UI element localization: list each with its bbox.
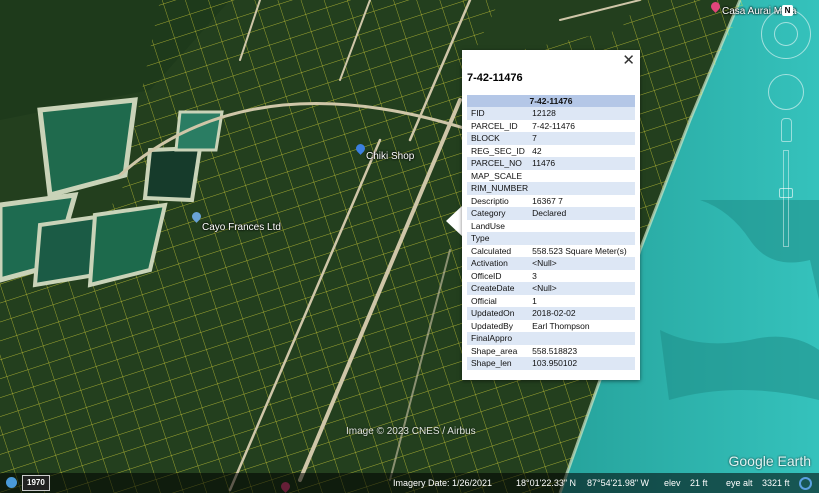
attribute-key: PARCEL_ID xyxy=(471,120,518,131)
historical-year-badge[interactable]: 1970 xyxy=(22,475,50,491)
attribute-value xyxy=(528,332,635,345)
attribute-value: 1 xyxy=(532,295,537,306)
attribute-row: BLOCK 7 xyxy=(467,132,635,145)
place-label-business[interactable]: Cayo Frances Ltd xyxy=(202,222,281,233)
attribute-key: CreateDate xyxy=(467,282,529,295)
attribute-key: UpdatedOn xyxy=(467,307,529,320)
attribute-key: Official xyxy=(471,295,497,306)
attribute-value: 11476 xyxy=(528,157,635,170)
attribute-row: LandUse xyxy=(467,220,635,233)
attribute-value: 558.523 Square Meter(s) xyxy=(532,245,627,256)
attribute-row: Category Declared xyxy=(467,207,635,220)
attribute-row: REG_SEC_ID 42 xyxy=(467,145,635,158)
popup-title: 7-42-11476 xyxy=(467,72,523,84)
attribute-row: FID 12128 xyxy=(467,107,635,120)
eye-altitude-label: eye alt xyxy=(726,478,753,488)
zoom-slider[interactable] xyxy=(783,150,789,247)
attribute-key: REG_SEC_ID xyxy=(471,145,525,156)
attribute-key: UpdatedBy xyxy=(471,320,514,331)
attribute-row: RIM_NUMBER xyxy=(467,182,635,195)
google-earth-logo: Google Earth xyxy=(728,453,812,469)
attribute-row: UpdatedBy Earl Thompson xyxy=(467,320,635,333)
move-joystick[interactable] xyxy=(768,74,804,110)
attribute-key: MAP_SCALE xyxy=(471,170,523,181)
attribute-value: 3 xyxy=(532,270,537,281)
attribute-value: 16367 7 xyxy=(532,195,563,206)
longitude-readout: 87°54'21.98" W xyxy=(587,478,650,488)
attribute-key: Category xyxy=(467,207,529,220)
parcel-info-popup: ✕ 7-42-11476 7-42-11476 FID 12128 PARCEL_I… xyxy=(462,50,640,380)
attribute-key: Activation xyxy=(467,257,529,270)
attribute-value: Declared xyxy=(528,207,635,220)
attribute-key: RIM_NUMBER xyxy=(467,182,529,195)
attribute-key: FinalAppro xyxy=(467,332,529,345)
attribute-key: Type xyxy=(467,232,529,245)
status-bar: 1970 Imagery Date: 1/26/2021 18°01'22.33… xyxy=(0,473,819,493)
attribute-row: Official 1 xyxy=(467,295,635,308)
streaming-indicator-icon xyxy=(799,477,812,490)
imagery-copyright: Image © 2023 CNES / Airbus xyxy=(346,426,476,437)
attribute-value: 2018-02-02 xyxy=(528,307,635,320)
attribute-table-header: 7-42-11476 xyxy=(467,95,635,107)
attribute-value: <Null> xyxy=(528,282,635,295)
attribute-value xyxy=(528,220,635,233)
attribute-row: PARCEL_NO 11476 xyxy=(467,157,635,170)
attribute-key: Shape_area xyxy=(471,345,518,356)
attribute-row: CreateDate <Null> xyxy=(467,282,635,295)
attribute-value xyxy=(528,232,635,245)
attribute-value: <Null> xyxy=(528,257,635,270)
imagery-date: Imagery Date: 1/26/2021 xyxy=(393,478,493,488)
attribute-row: OfficeID 3 xyxy=(467,270,635,283)
street-view-pegman-icon[interactable] xyxy=(781,118,792,142)
attribute-key: PARCEL_NO xyxy=(467,157,529,170)
close-icon[interactable]: ✕ xyxy=(622,53,635,69)
attribute-row: Descriptio 16367 7 xyxy=(467,195,635,208)
popup-pointer xyxy=(446,205,463,237)
attribute-key: Shape_len xyxy=(467,357,529,370)
attribute-row: Shape_area 558.518823 xyxy=(467,345,635,358)
attribute-row: Shape_len 103.950102 xyxy=(467,357,635,370)
north-indicator-icon[interactable]: N xyxy=(782,5,793,16)
attribute-row: Type xyxy=(467,232,635,245)
satellite-map[interactable] xyxy=(0,0,819,493)
attribute-table: 7-42-11476 FID 12128 PARCEL_ID 7-42-11476 BL… xyxy=(467,95,635,370)
elevation-label: elev xyxy=(664,478,681,488)
attribute-key: OfficeID xyxy=(471,270,502,281)
attribute-value: 103.950102 xyxy=(528,357,635,370)
attribute-rows: FID 12128 PARCEL_ID 7-42-11476 BLOCK 7 REG_SEC… xyxy=(467,107,635,370)
attribute-key: Descriptio xyxy=(471,195,509,206)
zoom-slider-handle[interactable] xyxy=(779,188,793,198)
attribute-key: Calculated xyxy=(471,245,512,256)
attribute-value xyxy=(528,170,635,183)
attribute-row: PARCEL_ID 7-42-11476 xyxy=(467,120,635,133)
attribute-key: LandUse xyxy=(471,220,506,231)
attribute-value: 12128 xyxy=(528,107,635,120)
attribute-row: UpdatedOn 2018-02-02 xyxy=(467,307,635,320)
historical-imagery-icon[interactable] xyxy=(6,477,17,488)
latitude-readout: 18°01'22.33" N xyxy=(516,478,577,488)
attribute-key: BLOCK xyxy=(467,132,529,145)
attribute-row: MAP_SCALE xyxy=(467,170,635,183)
attribute-row: Activation <Null> xyxy=(467,257,635,270)
attribute-row: FinalAppro xyxy=(467,332,635,345)
look-joystick-inner[interactable] xyxy=(774,22,798,46)
attribute-row: Calculated 558.523 Square Meter(s) xyxy=(467,245,635,258)
place-label-shop[interactable]: Chiki Shop xyxy=(366,151,414,162)
eye-altitude-value: 3321 ft xyxy=(762,478,790,488)
attribute-key: FID xyxy=(467,107,529,120)
attribute-value: 7-42-11476 xyxy=(532,120,576,131)
elevation-value: 21 ft xyxy=(690,478,708,488)
attribute-value xyxy=(528,182,635,195)
attribute-value: 42 xyxy=(532,145,542,156)
attribute-value: 7 xyxy=(528,132,635,145)
attribute-value: 558.518823 xyxy=(532,345,578,356)
attribute-value: Earl Thompson xyxy=(532,320,590,331)
